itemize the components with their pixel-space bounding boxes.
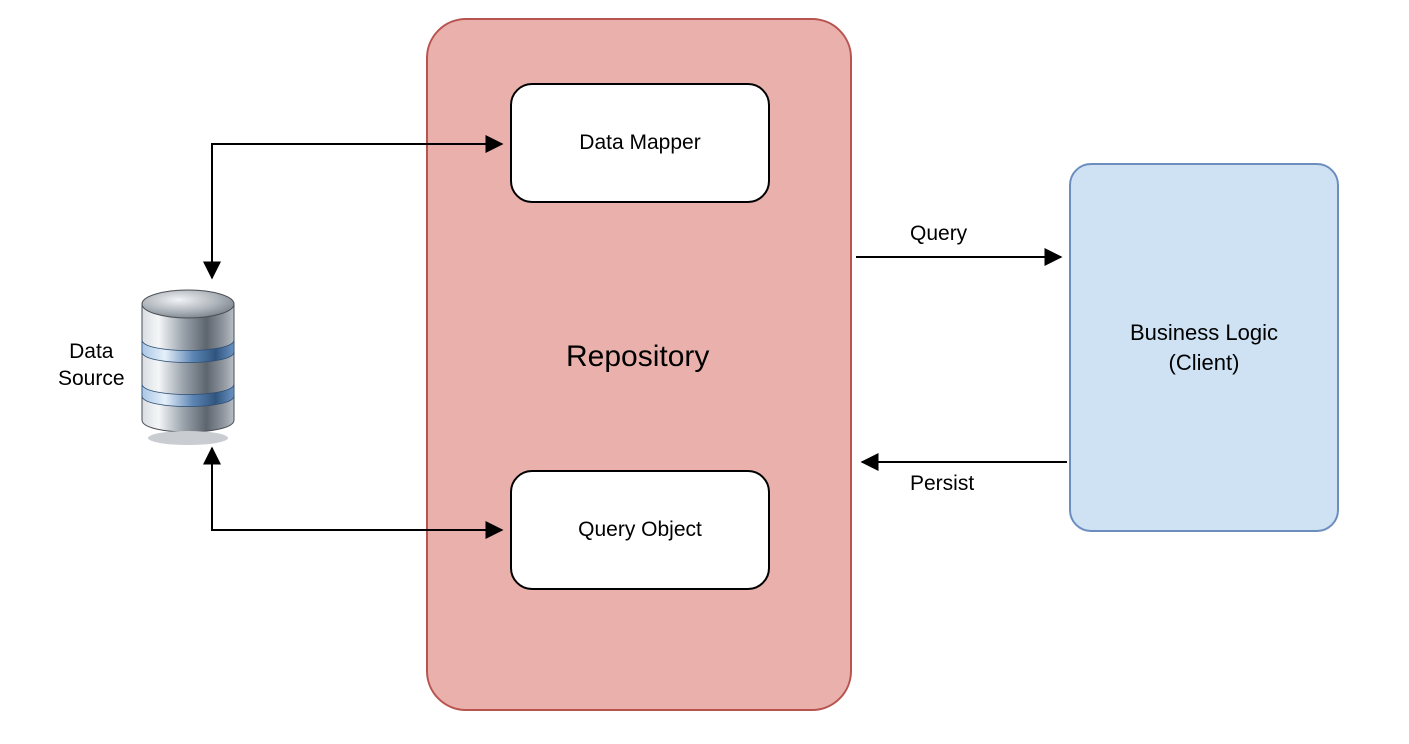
data-source-label: Data Source [58, 338, 125, 393]
database-icon [128, 278, 248, 448]
client-label: Business Logic (Client) [1130, 318, 1278, 377]
query-object-box: Query Object [510, 470, 770, 590]
edge-label-persist: Persist [910, 472, 974, 496]
edge-label-query: Query [910, 222, 967, 246]
repository-title: Repository [566, 340, 709, 374]
data-mapper-label: Data Mapper [579, 131, 700, 155]
query-object-label: Query Object [578, 518, 702, 542]
data-source-label-text: Data Source [58, 340, 125, 390]
diagram-stage: Repository Data Mapper Query Object Busi… [0, 0, 1409, 744]
client-label-line2: (Client) [1169, 350, 1240, 375]
client-label-line1: Business Logic [1130, 320, 1278, 345]
business-logic-client-box: Business Logic (Client) [1069, 163, 1339, 532]
data-mapper-box: Data Mapper [510, 83, 770, 203]
